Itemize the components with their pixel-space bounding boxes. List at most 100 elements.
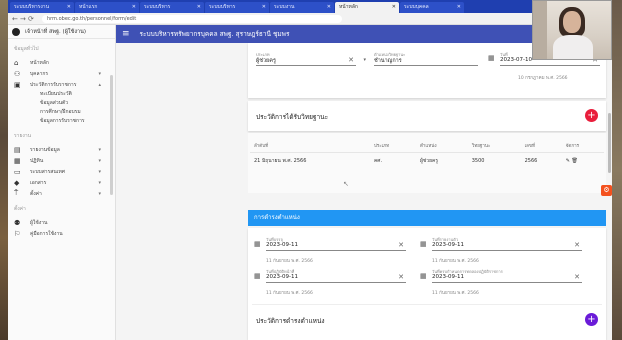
pin-icon: ⍑ [14,189,19,197]
webcam-background [533,1,547,59]
calendar-icon[interactable]: ▦ [254,240,261,248]
position-history-header: ประวัติการดำรงตำแหน่ง + [252,304,602,334]
reload-icon[interactable]: ⟳ [28,15,36,23]
browser-tab[interactable]: หน้าแรก ✕ [75,2,139,13]
browser-tab[interactable]: ระบบบริหาร ✕ [205,2,269,13]
add-history-button[interactable]: + [585,109,598,122]
sidebar-item-service-history[interactable]: ▣ ประวัติการรับราชการ ▴ [8,79,115,90]
sidebar-subitem[interactable]: ข้อมูลการรับราชการ [8,117,115,126]
close-icon[interactable]: ✕ [197,2,201,13]
sidebar-subitem[interactable]: ข้อมูลส่วนตัว [8,99,115,108]
tab-title: ระบบงาน [274,4,295,10]
date-hint: 11 กันยายน พ.ศ. 2566 [432,291,479,296]
tab-title: ระบบบริหาร [144,4,171,10]
field-value: ผู้ช่วยครู [256,58,276,64]
back-icon[interactable]: ← [12,15,20,23]
report-date-field[interactable]: วันที่รายงานตัว 2023-09-11 ✕ [432,237,582,251]
sidebar-user[interactable]: เจ้าหน้าที่ สพฐ. (ผู้ใช้งาน) [8,25,115,39]
clear-icon[interactable]: ✕ [574,273,580,281]
address-bar: ← → ⟳ hrm.obec.go.th/personnel/form/edit [8,13,612,25]
tab-title: หน้าหลัก [339,4,358,10]
person-face [563,11,581,33]
sidebar-section-title: ตั้งค่า [14,206,26,212]
field-value: 2023-09-11 [432,274,464,280]
sidebar-item-label: รายงานข้อมูล [30,146,60,153]
browser-tab[interactable]: ระบบบริหาร ✕ [140,2,204,13]
sidebar-item-label: ระบบสารสนเทศ [30,168,65,175]
column-header[interactable]: ประเภท [369,139,416,153]
sidebar-item-info-system[interactable]: ▭ ระบบสารสนเทศ ▾ [8,166,115,177]
section-band: การดำรงตำแหน่ง [248,210,606,226]
date-hint: 11 กันยายน พ.ศ. 2566 [266,259,313,264]
sidebar-item-help[interactable]: ⚐ คู่มือการใช้งาน [8,228,115,239]
close-icon[interactable]: ✕ [457,2,461,13]
calendar-icon[interactable]: ▦ [420,240,427,248]
browser-tab[interactable]: ระบบงาน ✕ [270,2,334,13]
column-header[interactable]: เลขที่ [520,139,562,153]
sidebar-scrollbar[interactable] [110,75,113,195]
browser-tab[interactable]: ระบบบุคคล ✕ [400,2,464,13]
menu-icon[interactable]: ≡ [122,29,130,39]
clear-icon[interactable]: ✕ [574,241,580,249]
home-icon: ⌂ [14,58,19,67]
sidebar-subitem[interactable]: ทะเบียนประวัติ [8,90,115,99]
sidebar-item-documents[interactable]: ◆ เอกสาร ▾ [8,177,115,188]
section-title: ประวัติการได้รับวิทยฐานะ [256,113,329,121]
table-cell: 21 มิถุนายน พ.ศ. 2566 [254,158,307,164]
clear-icon[interactable]: ✕ [398,241,404,249]
history-table: ลำดับที่ ประเภท ตำแหน่ง วิทยฐานะ เลขที่ … [250,139,604,169]
browser-tab-active[interactable]: หน้าหลัก ✕ [335,2,399,13]
page-scrollbar[interactable] [608,113,611,173]
sidebar: เจ้าหน้าที่ สพฐ. (ผู้ใช้งาน) ข้อมูลทั่วไ… [8,25,116,340]
close-icon[interactable]: ✕ [327,2,331,13]
add-position-button[interactable]: + [585,313,598,326]
sidebar-item-label: ตั้งค่า [30,190,42,197]
sidebar-item-calendar[interactable]: ▦ ปฏิทิน ▾ [8,155,115,166]
start-date-field[interactable]: วันที่บรรจุ 2023-09-11 ✕ [266,237,406,251]
background-photo-right [612,0,622,340]
clear-icon[interactable]: ✕ [348,56,354,64]
help-icon: ⚐ [14,229,21,238]
sidebar-subitem[interactable]: การศึกษา/ฝึกอบรม [8,108,115,117]
tab-title: หน้าแรก [79,4,98,10]
folder-icon: ▤ [14,145,21,154]
table-cell: คศ. [373,158,383,164]
url-input[interactable]: hrm.obec.go.th/personnel/form/edit [42,14,342,23]
table-row[interactable]: 21 มิถุนายน พ.ศ. 2566 คศ. ผู้ช่วยครู 350… [250,153,604,170]
calendar-icon[interactable]: ▦ [420,272,427,280]
column-header[interactable]: ตำแหน่ง [415,139,468,153]
calendar-icon[interactable]: ▦ [488,54,495,62]
close-icon[interactable]: ✕ [392,2,396,13]
chevron-down-icon[interactable]: ▾ [363,57,366,63]
sidebar-item-users[interactable]: ⚉ ผู้ใช้งาน [8,217,115,228]
row-actions[interactable]: ✎ 🗑 [562,153,604,170]
calendar-icon: ▦ [14,156,21,165]
duty-date-field[interactable]: วันที่ปฏิบัติหน้าที่ 2023-09-11 ✕ [266,269,406,283]
sidebar-item-reports[interactable]: ▤ รายงานข้อมูล ▾ [8,144,115,155]
sidebar-item-label: บุคลากร [30,70,49,77]
users-icon: ⚉ [14,218,21,227]
column-header[interactable]: ลำดับที่ [250,139,370,153]
academic-rank-field[interactable]: ตำแหน่งวิทยฐานะ ชำนาญการ [374,52,478,66]
clear-icon[interactable]: ✕ [398,273,404,281]
probation-end-date-field[interactable]: วันที่ครบกำหนดการทดลองปฏิบัติราชการ 2023… [432,269,582,283]
forward-icon[interactable]: → [20,15,28,23]
column-header[interactable]: จัดการ [561,139,604,153]
settings-icon[interactable]: ⚙ [601,185,612,196]
close-icon[interactable]: ✕ [67,2,71,13]
chevron-down-icon: ▾ [98,157,101,164]
calendar-icon[interactable]: ▦ [254,272,261,280]
close-icon[interactable]: ✕ [132,2,136,13]
sidebar-item-settings[interactable]: ⍑ ตั้งค่า ▾ [8,188,115,199]
sidebar-item-home[interactable]: ⌂ หน้าหลัก [8,57,115,68]
field-value: 2023-07-10 [500,57,532,63]
column-header[interactable]: วิทยฐานะ [467,139,521,153]
type-field[interactable]: ประเภท ผู้ช่วยครู ✕ ▾ [256,52,366,66]
close-icon[interactable]: ✕ [262,2,266,13]
sidebar-item-label: เอกสาร [30,179,47,186]
sidebar-item-personnel[interactable]: ⚇ บุคลากร ▾ [8,68,115,79]
id-card-icon: ▣ [14,80,21,89]
tab-title: ระบบบุคคล [404,4,429,10]
history-table-card: ลำดับที่ ประเภท ตำแหน่ง วิทยฐานะ เลขที่ … [248,133,606,193]
browser-tab[interactable]: ระบบบริหารงาน ✕ [10,2,74,13]
